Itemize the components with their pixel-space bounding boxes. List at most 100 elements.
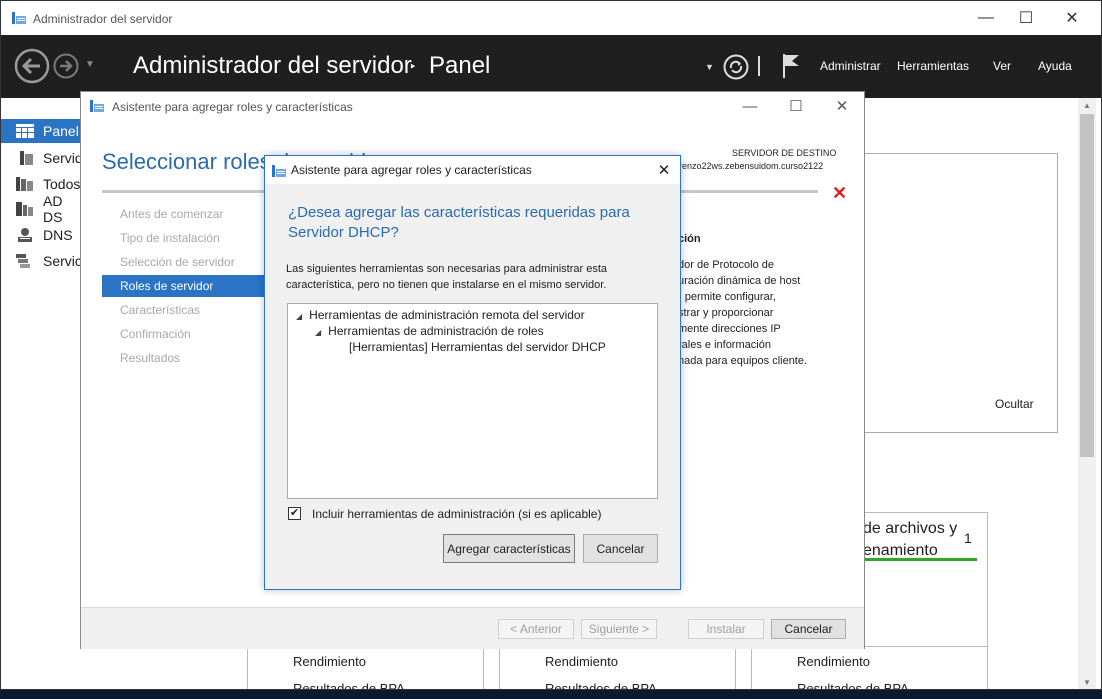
sidebar-item-label: AD DS xyxy=(43,193,63,225)
expand-arrow-icon[interactable]: ◢ xyxy=(296,312,302,321)
wizard-step: Selección de servidor xyxy=(120,255,235,269)
description-line: rales e información xyxy=(678,339,771,351)
ad-ds-icon xyxy=(16,202,33,216)
description-line: strar y proporcionar xyxy=(678,307,774,319)
sidebar-item-label: Panel xyxy=(43,123,79,139)
role-description-heading: ción xyxy=(678,233,701,245)
tile-performance-link[interactable]: Rendimiento xyxy=(545,654,618,669)
required-features-dialog: Asistente para agregar roles y caracterí… xyxy=(264,155,681,590)
header-divider xyxy=(758,56,760,76)
hide-welcome-link[interactable]: Ocultar xyxy=(995,397,1034,411)
sidebar-item-servidor-local[interactable]: Servid xyxy=(1,146,83,170)
dashboard-icon xyxy=(16,124,34,138)
sidebar-item-servicios[interactable]: Servici xyxy=(1,249,86,273)
dialog-titlebar: Asistente para agregar roles y caracterí… xyxy=(265,156,680,184)
maximize-button[interactable]: ☐ xyxy=(1003,1,1049,35)
destination-server-label: SERVIDOR DE DESTINO xyxy=(732,148,837,158)
history-dropdown-icon[interactable]: ▼ xyxy=(85,59,95,70)
required-features-tree[interactable]: ◢ Herramientas de administración remota d… xyxy=(287,303,658,499)
tree-node[interactable]: [Herramientas] Herramientas del servidor… xyxy=(349,340,606,354)
scroll-up-icon[interactable]: ▲ xyxy=(1078,98,1096,114)
previous-button[interactable]: < Anterior xyxy=(498,619,574,639)
wizard-step: Características xyxy=(120,303,201,317)
close-button[interactable]: ✕ xyxy=(1049,1,1095,35)
forward-arrow-icon[interactable] xyxy=(53,53,79,79)
dialog-title: Asistente para agregar roles y caracterí… xyxy=(291,163,532,177)
refresh-dropdown-icon[interactable]: ▼ xyxy=(705,62,714,72)
sidebar-item-panel[interactable]: Panel xyxy=(1,119,83,143)
tree-node[interactable]: ◢ Herramientas de administración remota d… xyxy=(296,308,585,322)
back-arrow-icon[interactable] xyxy=(14,48,50,84)
tile-bpa-link[interactable]: Resultados de BPA xyxy=(545,681,657,689)
dns-icon xyxy=(18,228,32,242)
description-line: nada para equipos cliente. xyxy=(678,355,808,367)
header-title: Administrador del servidor xyxy=(133,52,412,79)
sidebar-item-dns[interactable]: DNS xyxy=(1,223,83,247)
wizard-step: Tipo de instalación xyxy=(120,231,220,245)
destination-server-name: renzo22ws.zebensuidom.curso2122 xyxy=(679,161,824,171)
scrollbar-thumb[interactable] xyxy=(1080,114,1094,457)
notifications-flag-icon[interactable] xyxy=(780,52,802,80)
menu-ayuda[interactable]: Ayuda xyxy=(1038,59,1072,73)
welcome-panel xyxy=(856,153,1058,433)
tree-node-label: Herramientas de administración remota de… xyxy=(309,308,585,322)
next-button[interactable]: Siguiente > xyxy=(581,619,657,639)
add-features-button[interactable]: Agregar características xyxy=(443,534,575,563)
sidebar-item-label: Servid xyxy=(43,150,83,166)
include-tools-checkbox[interactable]: ✔ xyxy=(288,507,301,520)
tile-bpa-link[interactable]: Resultados de BPA xyxy=(293,681,405,689)
wizard-step: Confirmación xyxy=(120,327,191,341)
wizard-step: Resultados xyxy=(120,351,181,365)
wizard-title: Asistente para agregar roles y caracterí… xyxy=(112,100,353,114)
dialog-app-icon xyxy=(272,165,286,177)
server-manager-header: ▼ Administrador del servidor ‣ Panel ▼ A… xyxy=(1,35,1101,98)
tile-performance-link[interactable]: Rendimiento xyxy=(797,654,870,669)
window-title: Administrador del servidor xyxy=(33,12,173,26)
wizard-minimize-button[interactable]: — xyxy=(727,92,773,120)
refresh-icon[interactable] xyxy=(723,54,749,80)
menu-herramientas[interactable]: Herramientas xyxy=(897,59,969,73)
description-line: ) permite configurar, xyxy=(678,291,776,303)
description-line: mente direcciones IP xyxy=(678,323,781,335)
wizard-app-icon xyxy=(90,100,104,112)
sidebar-item-label: DNS xyxy=(43,227,73,243)
tree-node[interactable]: ◢ Herramientas de administración de roles xyxy=(315,324,544,338)
wizard-titlebar: Asistente para agregar roles y caracterí… xyxy=(81,92,864,120)
all-servers-icon xyxy=(16,177,33,191)
sidebar-item-ad-ds[interactable]: AD DS xyxy=(1,193,83,225)
breadcrumb-separator-icon: ‣ xyxy=(409,59,417,74)
description-line: uración dinámica de host xyxy=(678,275,801,287)
sidebar-item-label: Todos xyxy=(43,176,81,192)
server-manager-titlebar: Administrador del servidor — ☐ ✕ xyxy=(1,1,1101,35)
tree-node-label: Herramientas de administración de roles xyxy=(328,324,544,338)
server-manager-app-icon xyxy=(12,12,26,24)
include-tools-label: Incluir herramientas de administración (… xyxy=(312,507,602,521)
services-icon xyxy=(16,254,30,268)
tree-node-label: [Herramientas] Herramientas del servidor… xyxy=(349,340,606,354)
dialog-cancel-button[interactable]: Cancelar xyxy=(583,534,658,563)
sidebar-item-label: Servici xyxy=(43,253,86,269)
install-button[interactable]: Instalar xyxy=(688,619,764,639)
tile-bpa-link[interactable]: Resultados de BPA xyxy=(797,681,909,689)
scroll-down-icon[interactable]: ▼ xyxy=(1078,675,1096,689)
wizard-close-button[interactable]: ✕ xyxy=(819,92,865,120)
breadcrumb-page: Panel xyxy=(429,52,491,79)
dialog-close-icon[interactable]: ✕ xyxy=(651,158,677,182)
dialog-question: ¿Desea agregar las características reque… xyxy=(288,204,630,241)
tile-performance-link[interactable]: Rendimiento xyxy=(293,654,366,669)
file-services-tile-title: de archivos y enamiento xyxy=(863,520,958,559)
server-icon xyxy=(20,151,33,165)
wizard-step: Antes de comenzar xyxy=(120,207,224,221)
description-line: dor de Protocolo de xyxy=(678,259,775,271)
menu-administrar[interactable]: Administrar xyxy=(820,59,881,73)
menu-ver[interactable]: Ver xyxy=(993,59,1011,73)
role-description: dor de Protocolo de uración dinámica de … xyxy=(678,257,838,369)
wizard-step-label-active: Roles de servidor xyxy=(120,279,214,293)
dialog-description: Las siguientes herramientas son necesari… xyxy=(286,263,607,291)
file-services-count: 1 xyxy=(964,530,972,546)
file-services-status-bar xyxy=(859,558,977,561)
wizard-cancel-button[interactable]: Cancelar xyxy=(771,619,846,639)
expand-arrow-icon[interactable]: ◢ xyxy=(315,328,321,337)
error-x-icon[interactable]: ✕ xyxy=(832,183,847,204)
wizard-maximize-button[interactable]: ☐ xyxy=(773,92,819,120)
